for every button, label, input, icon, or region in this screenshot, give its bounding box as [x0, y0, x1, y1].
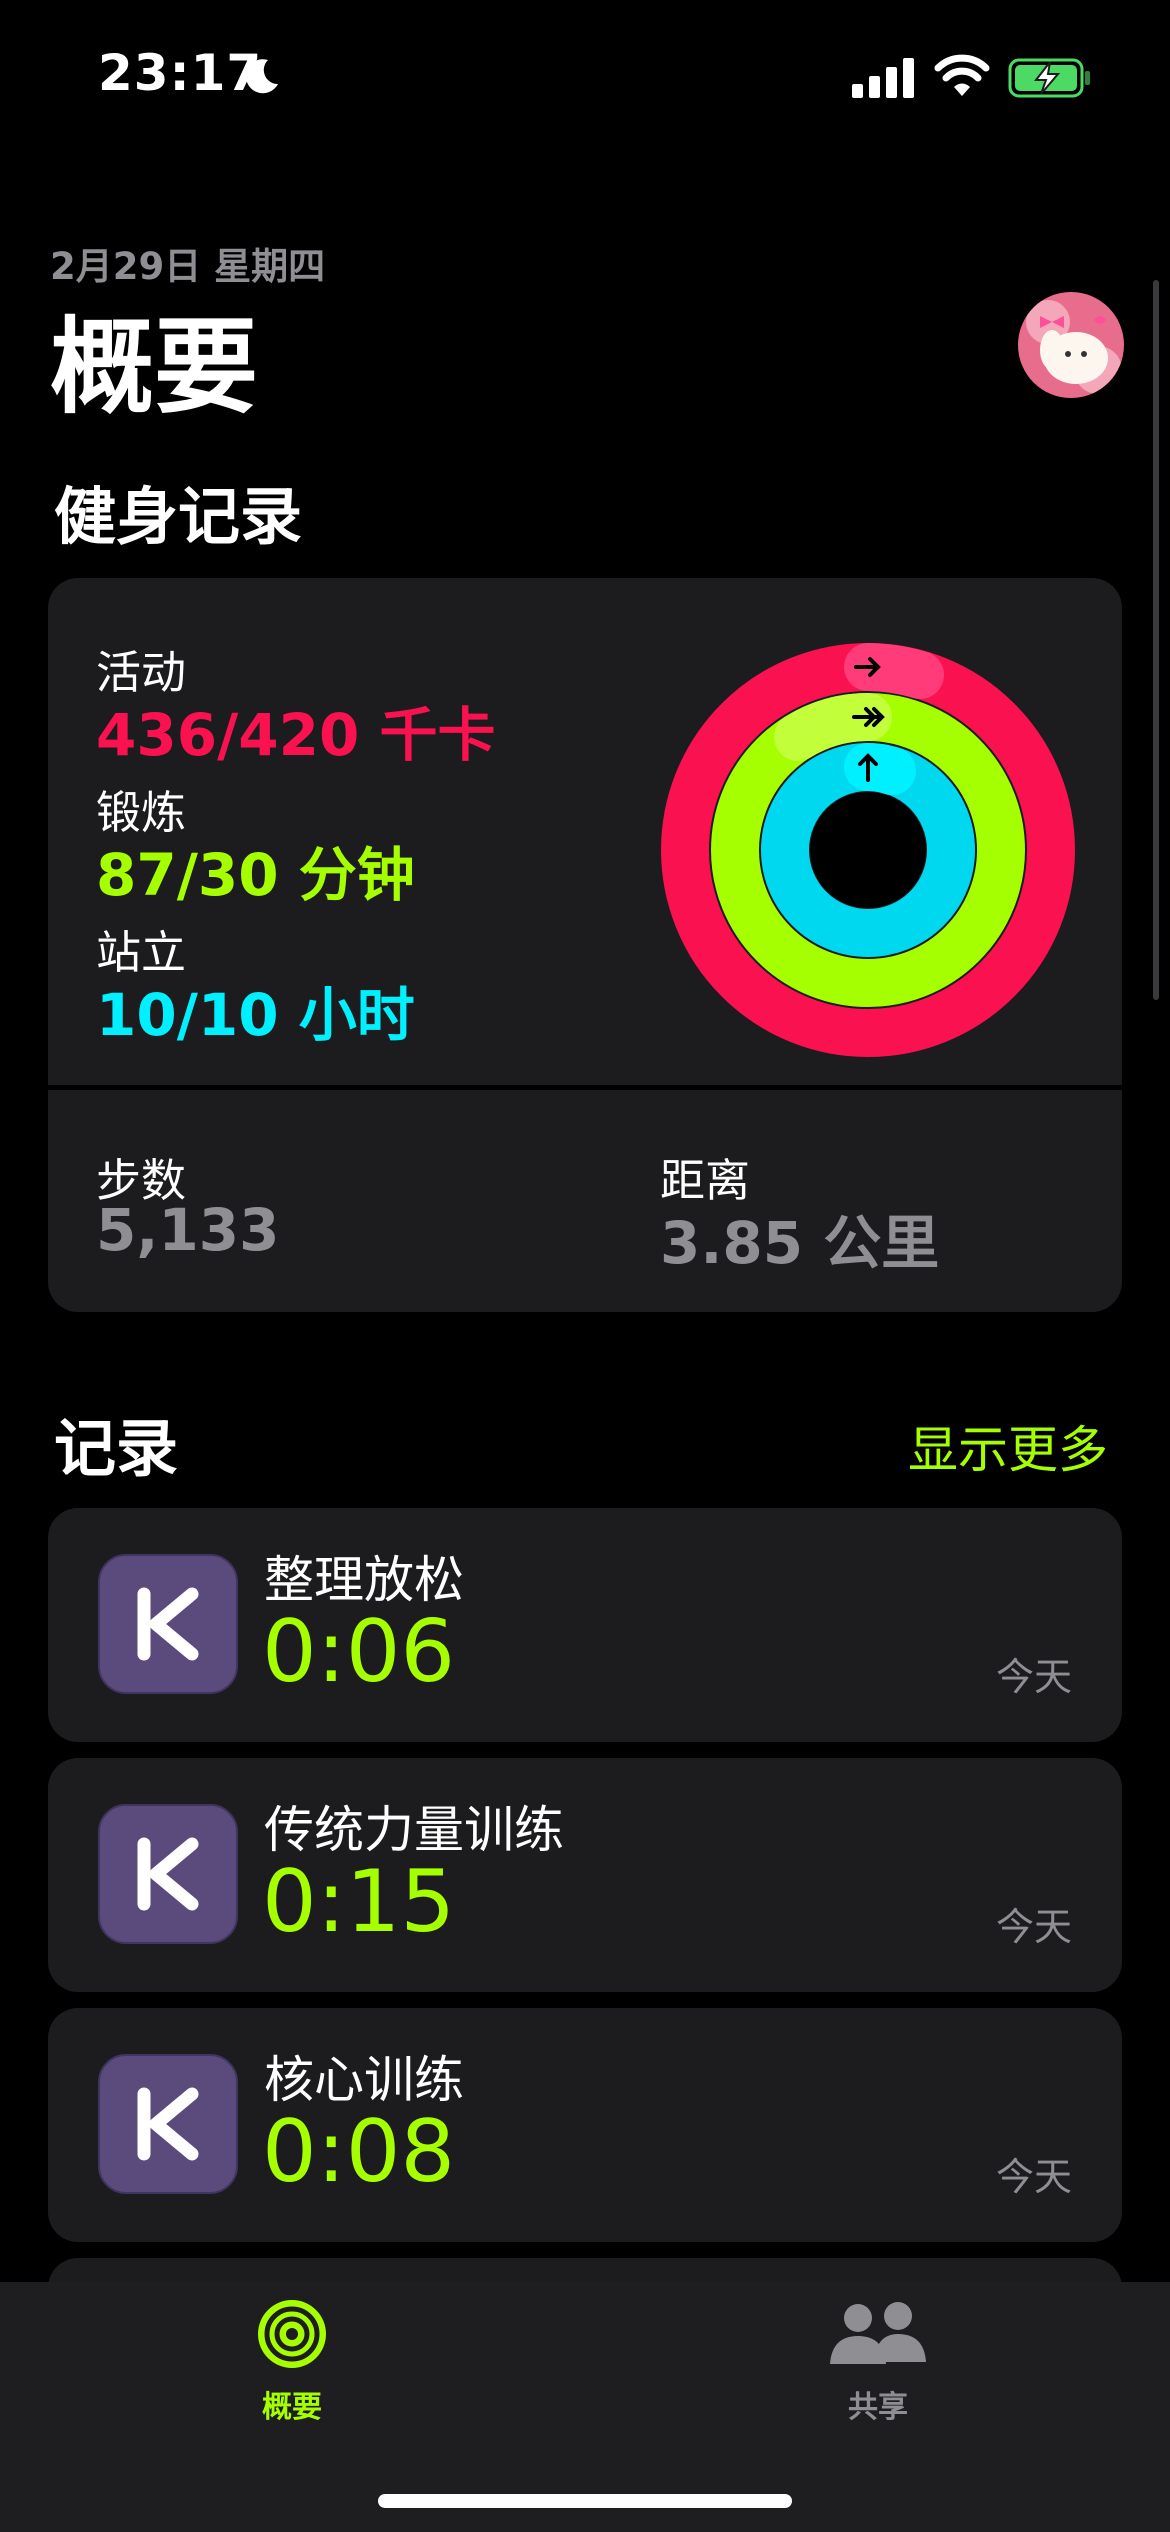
workout-item-1[interactable]: 整理放松 0:06 今天 — [48, 1508, 1122, 1742]
keep-app-icon — [98, 1554, 238, 1694]
tab-summary-label: 概要 — [262, 2390, 322, 2425]
workout-item-3[interactable]: 核心训练 0:08 今天 — [48, 2008, 1122, 2242]
records-section-title: 记录 — [54, 1412, 179, 1485]
fitness-section-title: 健身记录 — [54, 480, 303, 553]
workout-date: 今天 — [995, 1655, 1072, 1699]
page-title: 概要 — [50, 306, 259, 428]
keep-app-icon — [98, 1804, 238, 1944]
activity-rings[interactable] — [660, 642, 1076, 1058]
workout-date: 今天 — [995, 2155, 1072, 2199]
workout-date: 今天 — [995, 1905, 1072, 1949]
moon-icon — [245, 59, 278, 94]
tab-sharing-label: 共享 — [848, 2390, 908, 2425]
distance-value: 3.85 公里 — [660, 1209, 940, 1277]
avatar[interactable] — [1018, 292, 1124, 398]
exercise-value: 87/30 分钟 — [96, 841, 415, 909]
tab-summary[interactable]: 概要 — [212, 2298, 372, 2438]
battery-charging-icon — [1008, 58, 1090, 98]
steps-value: 5,133 — [96, 1196, 280, 1264]
cellular-signal-icon — [852, 58, 914, 98]
scrollbar[interactable] — [1153, 280, 1159, 1000]
workout-item-2[interactable]: 传统力量训练 0:15 今天 — [48, 1758, 1122, 1992]
card-divider — [48, 1085, 1122, 1090]
tab-sharing[interactable]: 共享 — [798, 2298, 958, 2438]
workout-duration: 0:15 — [262, 1852, 456, 1952]
stand-value: 10/10 小时 — [96, 981, 415, 1049]
workout-duration: 0:06 — [262, 1602, 456, 1702]
show-more-link[interactable]: 显示更多 — [908, 1410, 1108, 1482]
home-indicator[interactable] — [378, 2494, 792, 2508]
status-time: 23:17 — [98, 44, 263, 102]
keep-app-icon — [98, 2054, 238, 2194]
activity-rings-icon — [258, 2300, 326, 2368]
workout-duration: 0:08 — [262, 2102, 456, 2202]
people-icon — [830, 2302, 926, 2364]
move-value: 436/420 千卡 — [96, 701, 496, 769]
wifi-icon — [934, 54, 990, 96]
